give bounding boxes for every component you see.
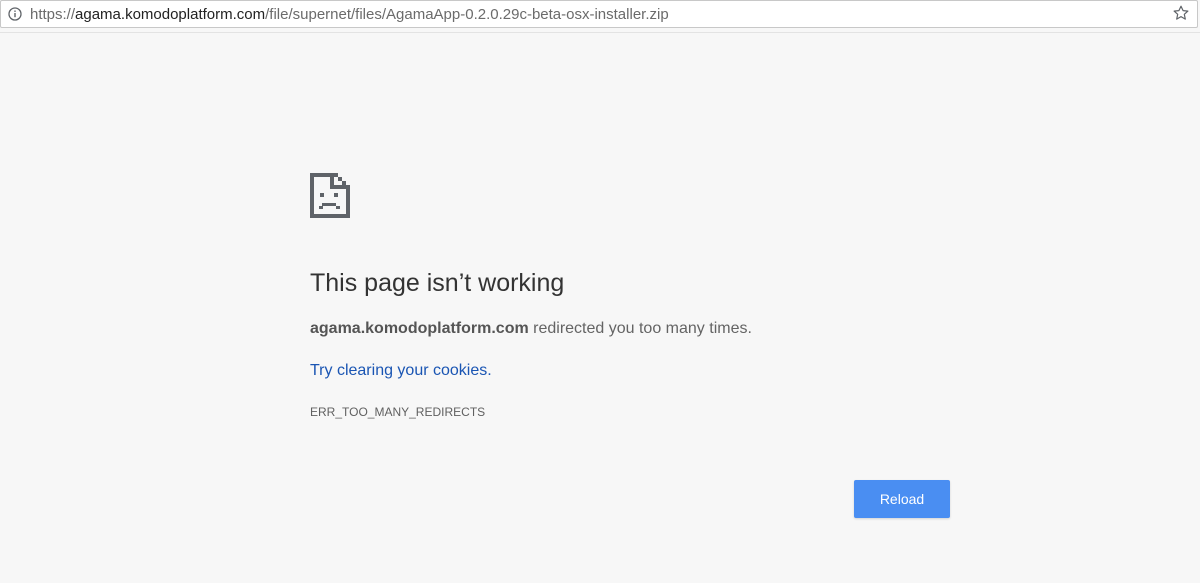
url-text[interactable]: https://agama.komodoplatform.com/file/su… bbox=[30, 5, 669, 24]
star-icon[interactable] bbox=[1173, 5, 1189, 21]
error-code: ERR_TOO_MANY_REDIRECTS bbox=[310, 405, 486, 419]
reload-button[interactable]: Reload bbox=[854, 480, 950, 518]
error-description-text: redirected you too many times. bbox=[528, 320, 752, 337]
url-path: /file/supernet/files/AgamaApp-0.2.0.29c-… bbox=[265, 6, 669, 23]
clear-cookies-link[interactable]: Try clearing your cookies. bbox=[310, 362, 492, 380]
error-host: agama.komodoplatform.com bbox=[310, 320, 529, 337]
toolbar-divider bbox=[0, 32, 1200, 33]
page-title: This page isn’t working bbox=[310, 269, 565, 297]
address-bar[interactable]: https://agama.komodoplatform.com/file/su… bbox=[0, 0, 1198, 28]
info-icon[interactable] bbox=[8, 7, 22, 21]
url-host: agama.komodoplatform.com bbox=[75, 6, 266, 23]
url-prefix: https:// bbox=[30, 6, 76, 23]
sad-page-icon bbox=[310, 173, 350, 218]
error-description: agama.komodoplatform.com redirected you … bbox=[310, 320, 752, 338]
